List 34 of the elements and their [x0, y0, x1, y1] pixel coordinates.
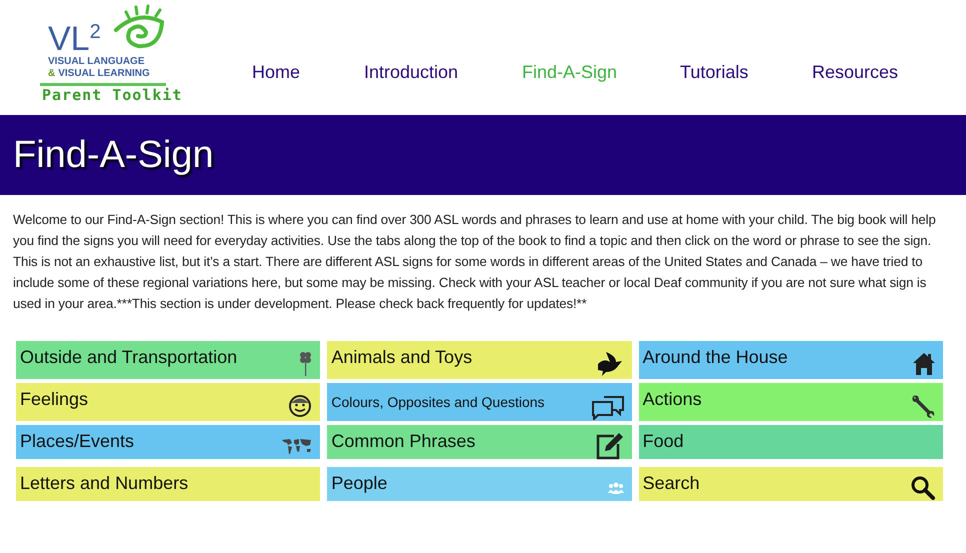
category-tile[interactable]: Animals and Toys	[327, 341, 632, 379]
category-tile[interactable]: Places/Events	[16, 425, 320, 459]
category-tile[interactable]: Actions	[638, 383, 943, 421]
nav-link[interactable]: Home	[252, 59, 364, 86]
intro-paragraph: Welcome to our Find-A-Sign section! This is where you can find over 300 ASL words and phrases to learn and use at home with your child. The big book will help you find the signs you will need for everyday activities. Use the tabs along the top of the book to find a topic and then click on the word or phrase to see the sign. This is not an exhaustive list, but it’s a start. There are different ASL signs for some words in different areas of the United States and Canada – we have tried to include some of these regional variations here, but some may be missing. Check with your ASL teacher or local Deaf community if you are not sure what sign is used in your area.***This section is under development. Please check back frequently for updates!**	[12, 211, 937, 313]
category-tile[interactable]: People	[327, 467, 632, 501]
nav-link[interactable]: Resources	[812, 59, 932, 86]
logo-subtitle: VISUAL LANGUAGE	[47, 56, 146, 68]
edit-icon	[596, 432, 624, 460]
smiley-icon	[288, 394, 312, 418]
speech-bubbles-icon	[592, 394, 624, 420]
category-tile[interactable]: Colours, Opposites and Questions	[327, 383, 632, 421]
wrench-icon	[911, 394, 935, 418]
world-map-icon	[282, 436, 312, 454]
logo-tagline: Parent Toolkit	[41, 86, 184, 104]
category-tile[interactable]: Food	[638, 425, 943, 459]
nav-link[interactable]: Tutorials	[680, 59, 812, 86]
nav-link[interactable]: Introduction	[364, 59, 522, 86]
search-icon	[911, 476, 935, 500]
house-icon	[913, 352, 935, 376]
logo-superscript: 2	[90, 22, 101, 42]
category-tile[interactable]: Around the House	[638, 341, 943, 379]
people-icon	[608, 482, 624, 494]
category-tile[interactable]: Feelings	[16, 383, 320, 421]
ampersand: &	[48, 68, 56, 80]
bird-icon	[596, 352, 624, 376]
category-tile[interactable]: Letters and Numbers	[16, 467, 320, 501]
category-tile[interactable]: Outside and Transportation	[16, 341, 320, 379]
logo-text: VL	[48, 22, 90, 56]
category-tile[interactable]: Search	[638, 467, 943, 501]
page-title: Find-A-Sign	[13, 132, 214, 178]
flower-icon	[298, 350, 312, 376]
logo-subtitle: VISUAL LEARNING	[58, 68, 150, 80]
category-tile[interactable]: Common Phrases	[327, 425, 632, 459]
